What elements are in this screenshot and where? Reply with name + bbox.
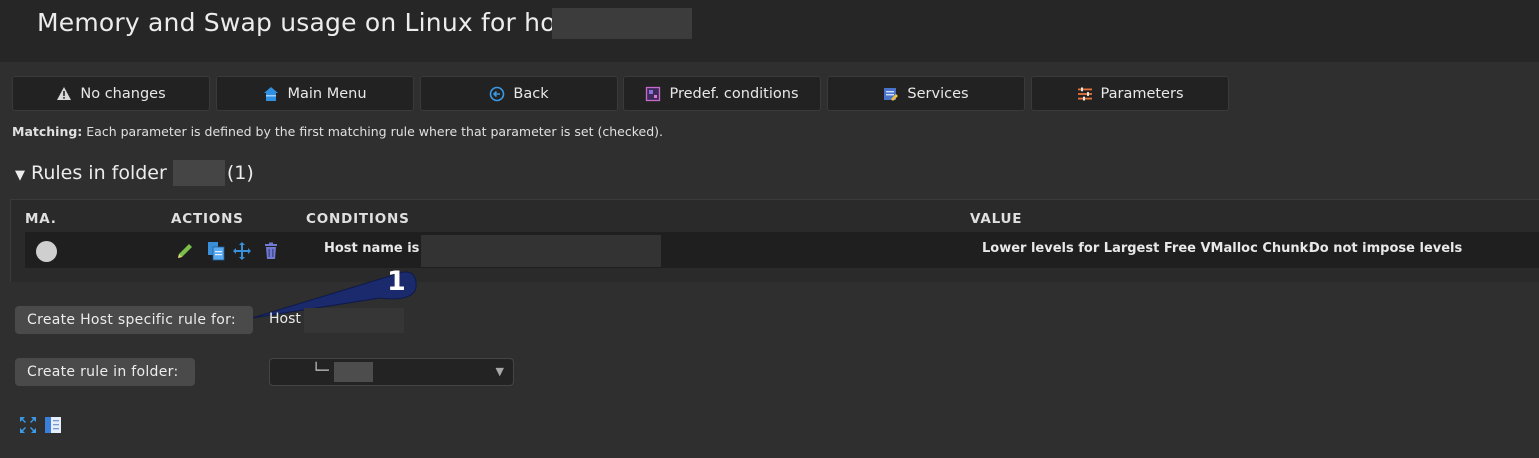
predefined-conditions-icon <box>645 86 661 102</box>
create-host-rule-button[interactable]: Create Host specific rule for: <box>15 306 253 334</box>
condition-text: Host name is <box>324 241 420 256</box>
page-header: Memory and Swap usage on Linux for host <box>0 0 1539 62</box>
page-title: Memory and Swap usage on Linux for host <box>37 8 579 37</box>
redacted-host-name <box>304 308 404 333</box>
back-label: Back <box>513 85 549 102</box>
parameters-label: Parameters <box>1100 85 1184 102</box>
column-header-actions: ACTIONS <box>171 211 244 227</box>
redacted-folder-name <box>172 160 225 186</box>
column-header-match: MA. <box>25 211 57 227</box>
value-text: Do not impose levels <box>1309 241 1463 256</box>
services-icon <box>883 86 899 102</box>
warning-icon <box>56 86 72 102</box>
column-header-conditions: CONDITIONS <box>306 211 410 227</box>
no-changes-button[interactable]: No changes <box>12 76 210 111</box>
parameters-button[interactable]: Parameters <box>1031 76 1229 111</box>
redacted-folder-option <box>334 362 373 382</box>
redacted-hostname <box>552 8 692 39</box>
services-label: Services <box>907 85 969 102</box>
folder-section-title: Rules in folder <box>31 162 167 184</box>
predef-conditions-button[interactable]: Predef. conditions <box>623 76 821 111</box>
folder-select-prefix: └─ <box>312 363 329 379</box>
home-icon <box>263 86 279 102</box>
back-icon <box>489 86 505 102</box>
folder-section-header[interactable]: ▼ Rules in folder (1) <box>15 160 254 186</box>
back-button[interactable]: Back <box>420 76 618 111</box>
value-label: Lower levels for Largest Free VMalloc Ch… <box>982 241 1314 256</box>
create-folder-rule-button[interactable]: Create rule in folder: <box>15 358 195 386</box>
main-menu-button[interactable]: Main Menu <box>216 76 414 111</box>
main-menu-label: Main Menu <box>287 85 367 102</box>
edit-rule-icon[interactable] <box>175 241 195 261</box>
predef-conditions-label: Predef. conditions <box>669 85 799 102</box>
sidebar-toggle-icon[interactable] <box>44 416 62 434</box>
matching-text: Each parameter is defined by the first m… <box>86 124 664 139</box>
clone-rule-icon[interactable] <box>206 241 226 261</box>
expand-all-icon[interactable] <box>19 416 37 434</box>
parameters-icon <box>1077 86 1093 102</box>
matching-info: Matching: Each parameter is defined by t… <box>12 124 663 139</box>
no-changes-label: No changes <box>80 85 166 102</box>
host-label: Host <box>269 311 301 327</box>
redacted-condition-host <box>421 235 661 267</box>
matching-label: Matching: <box>12 124 83 139</box>
match-status-icon <box>36 241 57 262</box>
folder-rule-count: (1) <box>226 162 254 184</box>
caret-down-icon[interactable]: ▼ <box>15 168 25 183</box>
annotation-number: 1 <box>387 266 406 297</box>
column-header-value: VALUE <box>970 211 1023 227</box>
services-button[interactable]: Services <box>827 76 1025 111</box>
chevron-down-icon: ▼ <box>495 365 504 378</box>
folder-select[interactable]: └─ ▼ <box>269 358 514 386</box>
